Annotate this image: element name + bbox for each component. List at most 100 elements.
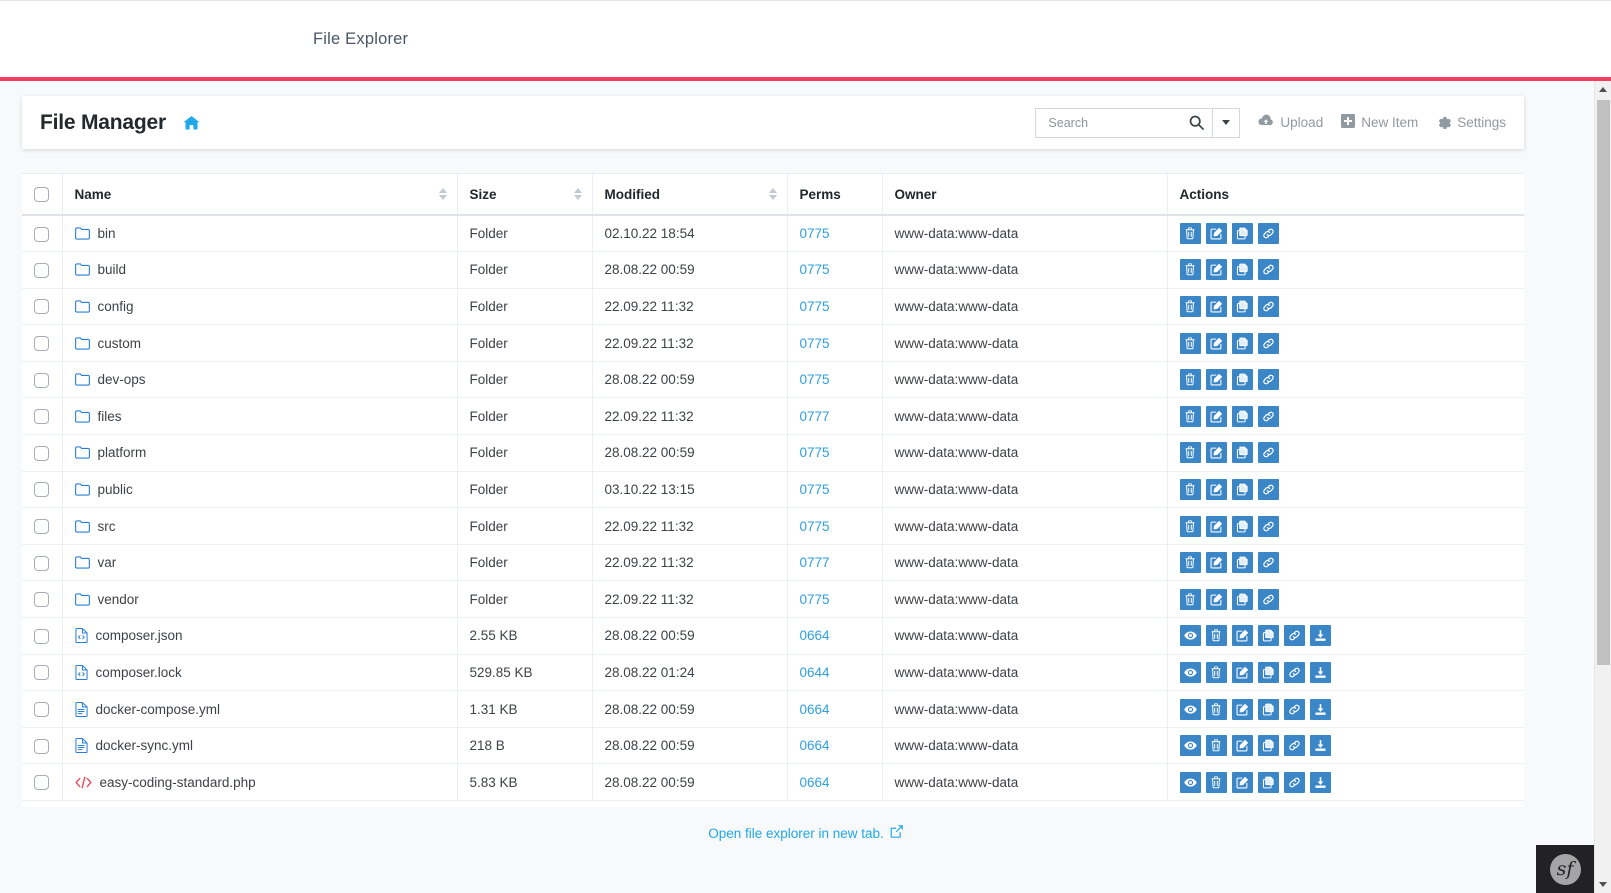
row-checkbox[interactable] — [34, 628, 50, 644]
row-checkbox[interactable] — [34, 555, 50, 571]
action-delete-button[interactable] — [1179, 295, 1201, 317]
cell-name[interactable]: composer.lock — [62, 654, 458, 692]
perms-link[interactable]: 0775 — [800, 226, 830, 241]
open-file-explorer-new-tab-link[interactable]: Open file explorer in new tab. — [708, 825, 903, 841]
action-view-button[interactable] — [1179, 771, 1201, 793]
action-view-button[interactable] — [1179, 698, 1201, 720]
cell-name[interactable]: files — [62, 397, 458, 436]
action-delete-button[interactable] — [1179, 259, 1201, 281]
action-copy-button[interactable] — [1231, 478, 1253, 500]
table-row[interactable]: docker-sync.yml 218 B 28.08.22 00:59 066… — [22, 727, 1524, 765]
action-link-button[interactable] — [1283, 661, 1305, 683]
action-delete-button[interactable] — [1205, 771, 1227, 793]
table-row[interactable]: src Folder 22.09.22 11:32 0775 www-data:… — [22, 507, 1524, 545]
action-edit-button[interactable] — [1205, 515, 1227, 537]
action-delete-button[interactable] — [1179, 515, 1201, 537]
action-link-button[interactable] — [1257, 295, 1279, 317]
action-edit-button[interactable] — [1205, 552, 1227, 574]
action-download-button[interactable] — [1309, 735, 1331, 757]
cell-name[interactable]: public — [62, 471, 458, 509]
action-delete-button[interactable] — [1179, 552, 1201, 574]
action-copy-button[interactable] — [1231, 369, 1253, 391]
column-header-name[interactable]: Name — [62, 174, 458, 216]
table-row[interactable]: public Folder 03.10.22 13:15 0775 www-da… — [22, 471, 1524, 509]
sort-toggle-size[interactable] — [573, 188, 582, 200]
perms-link[interactable]: 0775 — [800, 482, 830, 497]
action-edit-button[interactable] — [1231, 625, 1253, 647]
cell-name[interactable]: var — [62, 544, 458, 582]
perms-link[interactable]: 0775 — [800, 445, 830, 460]
perms-link[interactable]: 0775 — [800, 519, 830, 534]
cell-name[interactable]: easy-coding-standard.php — [62, 763, 458, 801]
action-edit-button[interactable] — [1231, 735, 1253, 757]
sort-toggle-modified[interactable] — [768, 188, 777, 200]
table-row[interactable]: files Folder 22.09.22 11:32 0777 www-dat… — [22, 397, 1524, 436]
perms-link[interactable]: 0777 — [800, 555, 830, 570]
action-delete-button[interactable] — [1205, 661, 1227, 683]
action-link-button[interactable] — [1257, 478, 1279, 500]
table-row[interactable]: composer.json 2.55 KB 28.08.22 00:59 066… — [22, 617, 1524, 655]
action-link-button[interactable] — [1283, 771, 1305, 793]
table-row[interactable]: build Folder 28.08.22 00:59 0775 www-dat… — [22, 251, 1524, 289]
row-checkbox[interactable] — [34, 299, 50, 315]
column-header-modified[interactable]: Modified — [592, 174, 788, 216]
cell-name[interactable]: vendor — [62, 580, 458, 619]
row-checkbox[interactable] — [34, 372, 50, 388]
cell-name[interactable]: platform — [62, 434, 458, 472]
table-row[interactable]: easy-coding-standard.php 5.83 KB 28.08.2… — [22, 763, 1524, 801]
action-download-button[interactable] — [1309, 771, 1331, 793]
perms-link[interactable]: 0775 — [800, 262, 830, 277]
action-edit-button[interactable] — [1205, 588, 1227, 610]
row-checkbox[interactable] — [34, 519, 50, 535]
select-all-checkbox[interactable] — [34, 186, 50, 202]
row-checkbox[interactable] — [34, 482, 50, 498]
table-row[interactable]: composer.lock 529.85 KB 28.08.22 01:24 0… — [22, 654, 1524, 692]
action-copy-button[interactable] — [1231, 259, 1253, 281]
table-row[interactable]: vendor Folder 22.09.22 11:32 0775 www-da… — [22, 580, 1524, 619]
home-icon[interactable] — [183, 115, 200, 131]
action-link-button[interactable] — [1257, 332, 1279, 354]
perms-link[interactable]: 0777 — [800, 409, 830, 424]
action-delete-button[interactable] — [1205, 735, 1227, 757]
action-link-button[interactable] — [1257, 442, 1279, 464]
action-link-button[interactable] — [1257, 369, 1279, 391]
table-row[interactable]: docker-compose.yml 1.31 KB 28.08.22 00:5… — [22, 690, 1524, 728]
row-checkbox[interactable] — [34, 738, 50, 754]
cell-name[interactable]: config — [62, 288, 458, 326]
action-download-button[interactable] — [1309, 625, 1331, 647]
action-copy-button[interactable] — [1231, 515, 1253, 537]
row-checkbox[interactable] — [34, 262, 50, 278]
action-link-button[interactable] — [1283, 735, 1305, 757]
row-checkbox[interactable] — [34, 336, 50, 352]
row-checkbox[interactable] — [34, 445, 50, 461]
row-checkbox[interactable] — [34, 775, 50, 791]
action-link-button[interactable] — [1257, 515, 1279, 537]
action-copy-button[interactable] — [1231, 332, 1253, 354]
action-view-button[interactable] — [1179, 735, 1201, 757]
row-checkbox[interactable] — [34, 701, 50, 717]
cell-name[interactable]: docker-compose.yml — [62, 690, 458, 728]
perms-link[interactable]: 0775 — [800, 592, 830, 607]
action-edit-button[interactable] — [1205, 369, 1227, 391]
action-copy-button[interactable] — [1257, 698, 1279, 720]
row-checkbox[interactable] — [34, 665, 50, 681]
action-delete-button[interactable] — [1179, 332, 1201, 354]
scrollbar-down-arrow[interactable] — [1595, 876, 1611, 893]
row-checkbox[interactable] — [34, 409, 50, 425]
new-item-button[interactable]: New Item — [1341, 114, 1418, 131]
settings-button[interactable]: Settings — [1436, 114, 1506, 132]
action-copy-button[interactable] — [1257, 735, 1279, 757]
upload-button[interactable]: Upload — [1258, 114, 1323, 131]
action-edit-button[interactable] — [1205, 332, 1227, 354]
action-link-button[interactable] — [1257, 223, 1279, 245]
cell-name[interactable]: build — [62, 251, 458, 289]
action-link-button[interactable] — [1283, 625, 1305, 647]
perms-link[interactable]: 0664 — [800, 628, 830, 643]
row-checkbox[interactable] — [34, 592, 50, 608]
cell-name[interactable]: docker-sync.yml — [62, 727, 458, 765]
action-view-button[interactable] — [1179, 661, 1201, 683]
action-link-button[interactable] — [1257, 552, 1279, 574]
action-copy-button[interactable] — [1231, 552, 1253, 574]
action-link-button[interactable] — [1257, 588, 1279, 610]
sort-toggle-name[interactable] — [438, 188, 447, 200]
